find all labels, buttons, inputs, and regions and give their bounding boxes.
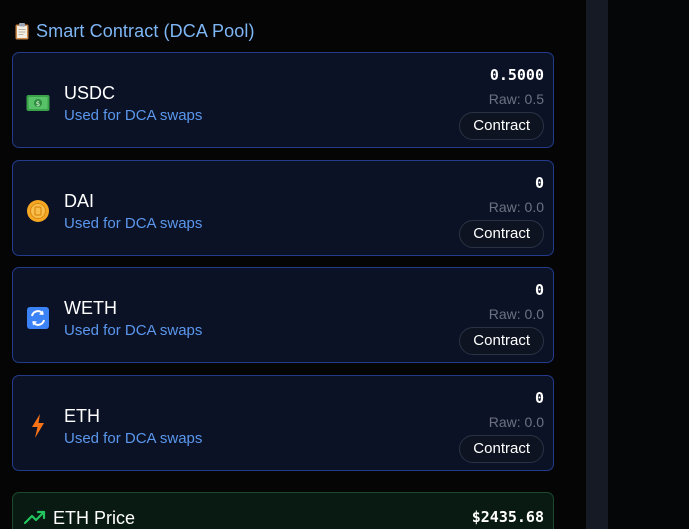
token-amount: 0 bbox=[534, 174, 544, 192]
contract-button-eth[interactable]: Contract bbox=[459, 435, 544, 463]
token-amount: 0 bbox=[534, 389, 544, 407]
clipboard-icon bbox=[15, 22, 29, 40]
token-name: WETH bbox=[64, 298, 117, 318]
token-raw-value: Raw: 0.0 bbox=[488, 199, 544, 215]
contract-button-weth[interactable]: Contract bbox=[459, 327, 544, 355]
trending-up-icon bbox=[23, 508, 46, 526]
contract-button-dai[interactable]: Contract bbox=[459, 220, 544, 248]
contract-button-usdc[interactable]: Contract bbox=[459, 112, 544, 140]
scrollbar-track[interactable] bbox=[586, 0, 608, 529]
token-name: ETH bbox=[64, 406, 100, 426]
svg-text:$: $ bbox=[36, 100, 40, 108]
token-card-dai: DAI Used for DCA swaps 0 Raw: 0.0 Contra… bbox=[12, 160, 554, 256]
token-amount: 0 bbox=[534, 281, 544, 299]
eth-price-card: ETH Price $2435.68 bbox=[12, 492, 554, 529]
token-card-eth: ETH Used for DCA swaps 0 Raw: 0.0 Contra… bbox=[12, 375, 554, 471]
page: Smart Contract (DCA Pool) $ USDC Used fo… bbox=[0, 0, 689, 529]
eth-price-value: $2435.68 bbox=[471, 508, 544, 526]
swap-arrows-icon bbox=[26, 306, 50, 330]
token-name: DAI bbox=[64, 191, 95, 211]
money-icon: $ bbox=[26, 91, 50, 115]
coin-icon bbox=[26, 199, 50, 223]
token-raw-value: Raw: 0.0 bbox=[488, 306, 544, 322]
token-subtitle: Used for DCA swaps bbox=[64, 322, 203, 339]
token-name: USDC bbox=[64, 83, 116, 103]
token-card-usdc: $ USDC Used for DCA swaps 0.5000 Raw: 0.… bbox=[12, 52, 554, 148]
eth-price-label: ETH Price bbox=[53, 508, 136, 528]
token-card-weth: WETH Used for DCA swaps 0 Raw: 0.0 Contr… bbox=[12, 267, 554, 363]
token-amount: 0.5000 bbox=[489, 66, 544, 84]
section-title: Smart Contract (DCA Pool) bbox=[36, 20, 255, 41]
token-subtitle: Used for DCA swaps bbox=[64, 107, 203, 124]
right-panel bbox=[608, 0, 689, 529]
token-subtitle: Used for DCA swaps bbox=[64, 430, 203, 447]
lightning-icon bbox=[26, 414, 50, 438]
main-column: Smart Contract (DCA Pool) $ USDC Used fo… bbox=[0, 0, 586, 529]
token-raw-value: Raw: 0.0 bbox=[488, 414, 544, 430]
section-header: Smart Contract (DCA Pool) bbox=[15, 20, 255, 42]
token-raw-value: Raw: 0.5 bbox=[488, 91, 544, 107]
token-subtitle: Used for DCA swaps bbox=[64, 215, 203, 232]
